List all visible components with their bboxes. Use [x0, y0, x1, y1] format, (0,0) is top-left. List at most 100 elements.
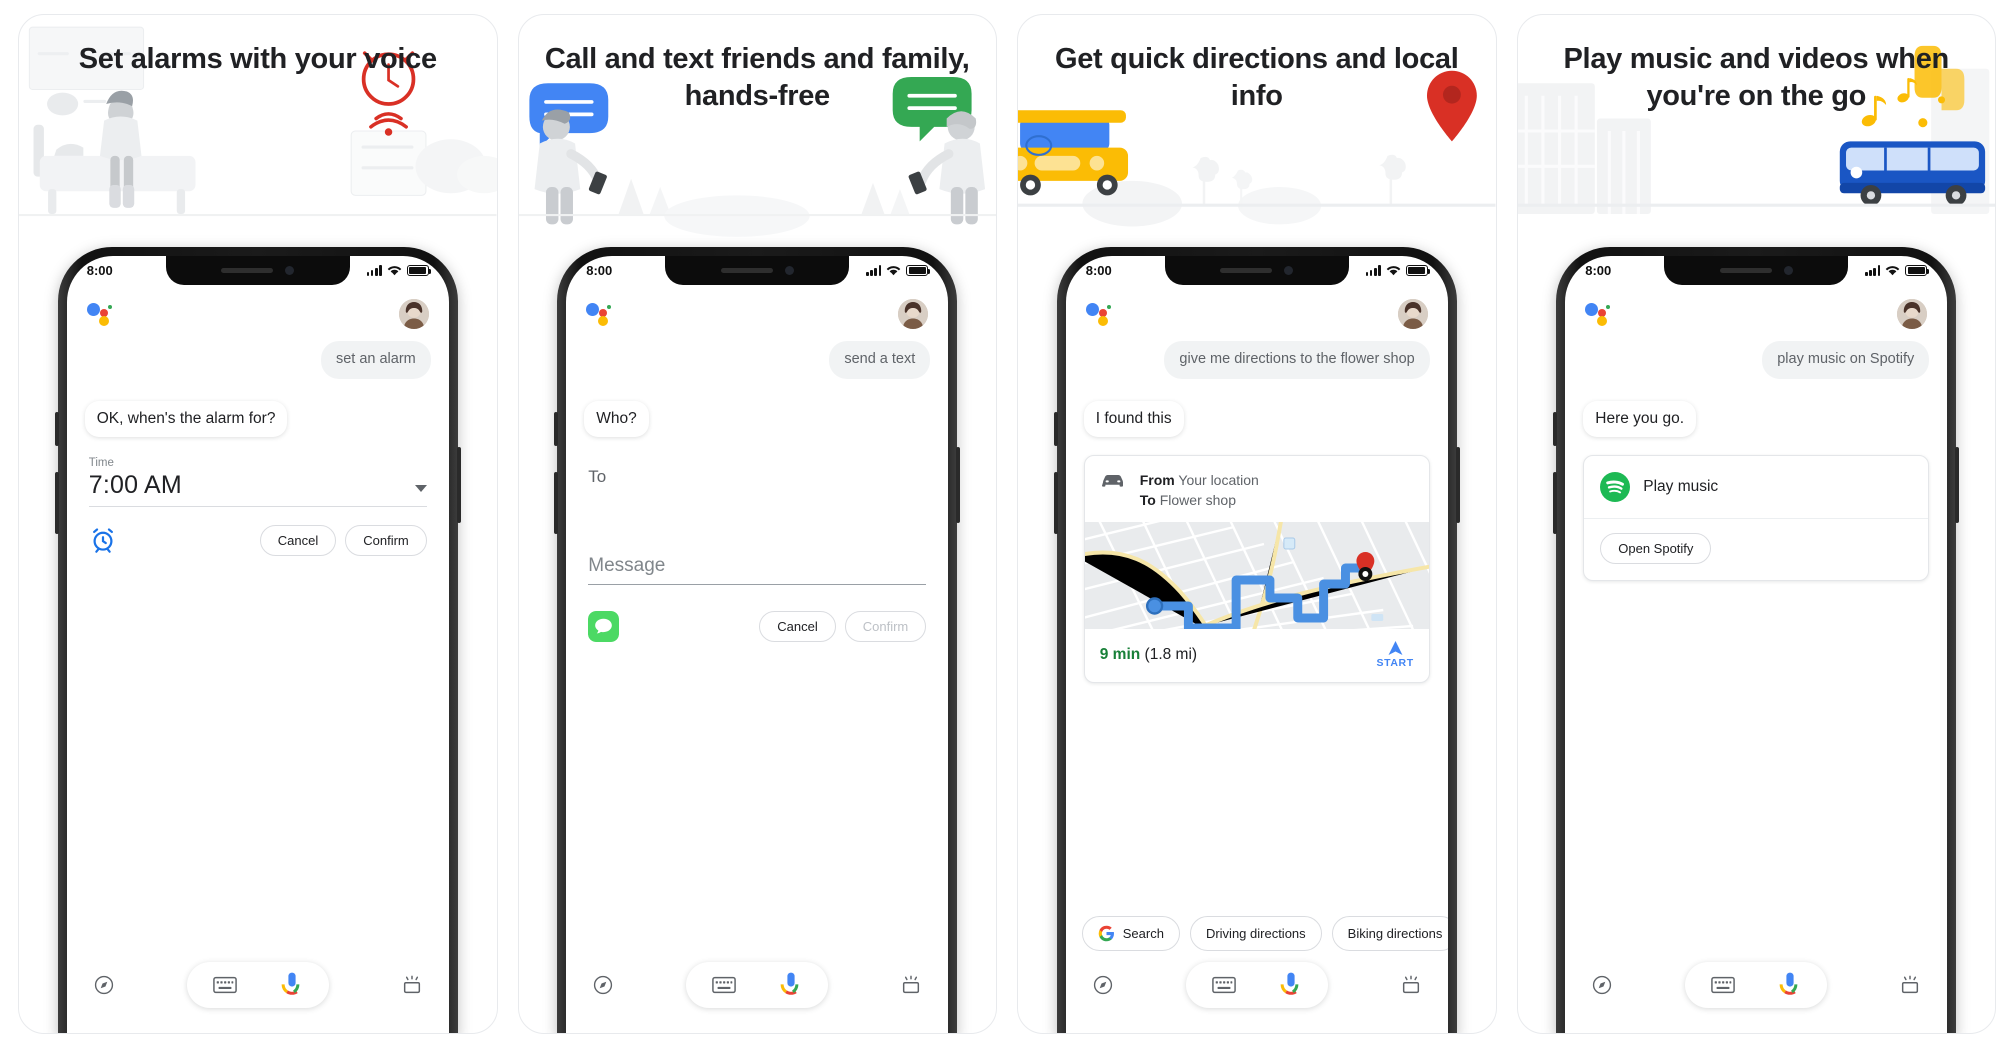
- google-lens-icon[interactable]: [1899, 974, 1921, 996]
- user-avatar[interactable]: [1897, 299, 1928, 329]
- chip-biking-directions[interactable]: Biking directions: [1331, 916, 1448, 951]
- start-navigation-button[interactable]: START: [1377, 640, 1414, 669]
- google-lens-icon[interactable]: [1400, 974, 1422, 996]
- status-time: 8:00: [1585, 263, 1612, 278]
- front-camera: [784, 266, 794, 275]
- messages-app-icon: [588, 610, 620, 642]
- alarm-actions: Cancel Confirm: [89, 524, 427, 556]
- google-assistant-logo[interactable]: [86, 301, 117, 327]
- wifi-icon: [1386, 266, 1401, 276]
- chip-driving-directions[interactable]: Driving directions: [1189, 916, 1322, 951]
- wifi-icon: [1885, 266, 1900, 276]
- keyboard-icon[interactable]: [1711, 976, 1736, 994]
- to-label: To: [1139, 491, 1156, 508]
- battery-full-icon: [906, 265, 931, 276]
- assistant-message-bubble: Here you go.: [1583, 400, 1696, 437]
- panel-title: Call and text friends and family, hands-…: [544, 43, 970, 113]
- battery-full-icon: [1405, 265, 1430, 276]
- wifi-icon: [387, 266, 402, 276]
- phone-mockup-alarms: 8:00 set an alarm OK, when's the alarm f…: [54, 247, 461, 1033]
- conversation-alarms: set an alarm OK, when's the alarm for?: [67, 333, 449, 437]
- conversation-messaging: send a text Who?: [566, 333, 948, 437]
- cancel-button[interactable]: Cancel: [759, 610, 836, 642]
- keyboard-icon[interactable]: [1211, 976, 1236, 994]
- directions-header: From Your location To Flower shop: [1085, 456, 1429, 523]
- to-value: Flower shop: [1159, 491, 1236, 508]
- alarm-time-picker: Time 7:00 AM Cancel Confirm: [67, 437, 449, 556]
- assistant-message-bubble: OK, when's the alarm for?: [84, 400, 288, 437]
- earpiece-speaker: [720, 268, 773, 273]
- nav-input-pill: [1185, 962, 1328, 1008]
- user-message-bubble: play music on Spotify: [1762, 341, 1930, 379]
- assistant-message-bubble: I found this: [1083, 400, 1184, 437]
- google-assistant-logo[interactable]: [1085, 301, 1116, 327]
- signal-bars-icon: [1365, 265, 1381, 276]
- microphone-icon[interactable]: [1280, 971, 1302, 999]
- cancel-button[interactable]: Cancel: [259, 524, 337, 556]
- music-action-label: Play music: [1643, 477, 1719, 495]
- chip-label: Biking directions: [1347, 926, 1443, 941]
- microphone-icon[interactable]: [281, 971, 303, 999]
- panel-title: Set alarms with your voice: [78, 43, 437, 75]
- navigation-arrow-icon[interactable]: [1387, 640, 1404, 656]
- google-assistant-logo[interactable]: [586, 301, 616, 327]
- message-field[interactable]: Message: [588, 555, 927, 585]
- conversation-directions: give me directions to the flower shop I …: [1066, 333, 1448, 437]
- front-camera: [1284, 266, 1294, 275]
- open-spotify-button[interactable]: Open Spotify: [1600, 532, 1712, 564]
- signal-bars-icon: [1865, 265, 1881, 276]
- google-assistant-logo[interactable]: [1585, 301, 1615, 327]
- battery-full-icon: [406, 265, 431, 276]
- compass-icon[interactable]: [1092, 974, 1114, 996]
- panel-title: Play music and videos when you're on the…: [1563, 43, 1950, 113]
- panel-music: Play music and videos when you're on the…: [1516, 14, 1996, 1034]
- music-action-row[interactable]: Play music: [1600, 471, 1912, 502]
- keyboard-icon[interactable]: [712, 976, 737, 994]
- earpiece-speaker: [1220, 268, 1273, 273]
- user-message-bubble: give me directions to the flower shop: [1164, 341, 1430, 379]
- wifi-icon: [886, 266, 901, 276]
- alarm-time-value[interactable]: 7:00 AM: [89, 471, 182, 500]
- panel-title: Get quick directions and local info: [1054, 43, 1459, 113]
- assistant-topbar: [1066, 285, 1448, 333]
- recipient-field[interactable]: To: [588, 467, 926, 493]
- chip-label: Driving directions: [1205, 926, 1306, 941]
- user-avatar[interactable]: [1397, 299, 1428, 329]
- signal-bars-icon: [366, 265, 382, 276]
- google-lens-icon[interactable]: [900, 974, 922, 996]
- assistant-message-bubble: Who?: [584, 400, 649, 437]
- user-avatar[interactable]: [398, 299, 429, 329]
- phone-screen: 8:00 send a text Who? To Message Cancel …: [566, 256, 949, 1033]
- microphone-icon[interactable]: [1779, 971, 1801, 999]
- confirm-button[interactable]: Confirm: [345, 524, 427, 556]
- keyboard-icon[interactable]: [212, 976, 237, 994]
- assistant-topbar: [566, 285, 948, 333]
- alarm-time-row[interactable]: 7:00 AM: [88, 471, 427, 507]
- user-message-bubble: send a text: [829, 341, 931, 379]
- divider: [1584, 517, 1929, 519]
- phone-mockup-messaging: 8:00 send a text Who? To Message Cancel …: [554, 247, 961, 1033]
- hero-music: Play music and videos when you're on the…: [1517, 15, 1995, 247]
- status-time: 8:00: [1085, 263, 1112, 278]
- bottom-navigation: [67, 953, 449, 1033]
- screenshot-gallery: Set alarms with your voice 8:00 set an a…: [0, 0, 2014, 1048]
- user-avatar[interactable]: [898, 299, 929, 329]
- chip-search[interactable]: Search: [1081, 916, 1180, 951]
- route-map[interactable]: [1084, 522, 1429, 630]
- earpiece-speaker: [1719, 268, 1772, 273]
- directions-card[interactable]: From Your location To Flower shop 9 min …: [1083, 454, 1430, 684]
- chevron-down-icon[interactable]: [414, 484, 427, 492]
- chip-label: Search: [1122, 926, 1164, 941]
- google-lens-icon[interactable]: [401, 974, 423, 996]
- compass-icon[interactable]: [1591, 974, 1613, 996]
- assistant-topbar: [67, 285, 449, 333]
- compass-icon[interactable]: [592, 974, 614, 996]
- music-card[interactable]: Play music Open Spotify: [1583, 454, 1930, 581]
- phone-screen: 8:00 set an alarm OK, when's the alarm f…: [66, 256, 449, 1033]
- microphone-icon[interactable]: [780, 971, 802, 999]
- compass-icon[interactable]: [93, 974, 115, 996]
- start-label: START: [1376, 657, 1414, 670]
- car-icon: [1101, 474, 1123, 487]
- duration-value: 9 min: [1099, 645, 1141, 663]
- panel-messaging: Call and text friends and family, hands-…: [517, 14, 997, 1034]
